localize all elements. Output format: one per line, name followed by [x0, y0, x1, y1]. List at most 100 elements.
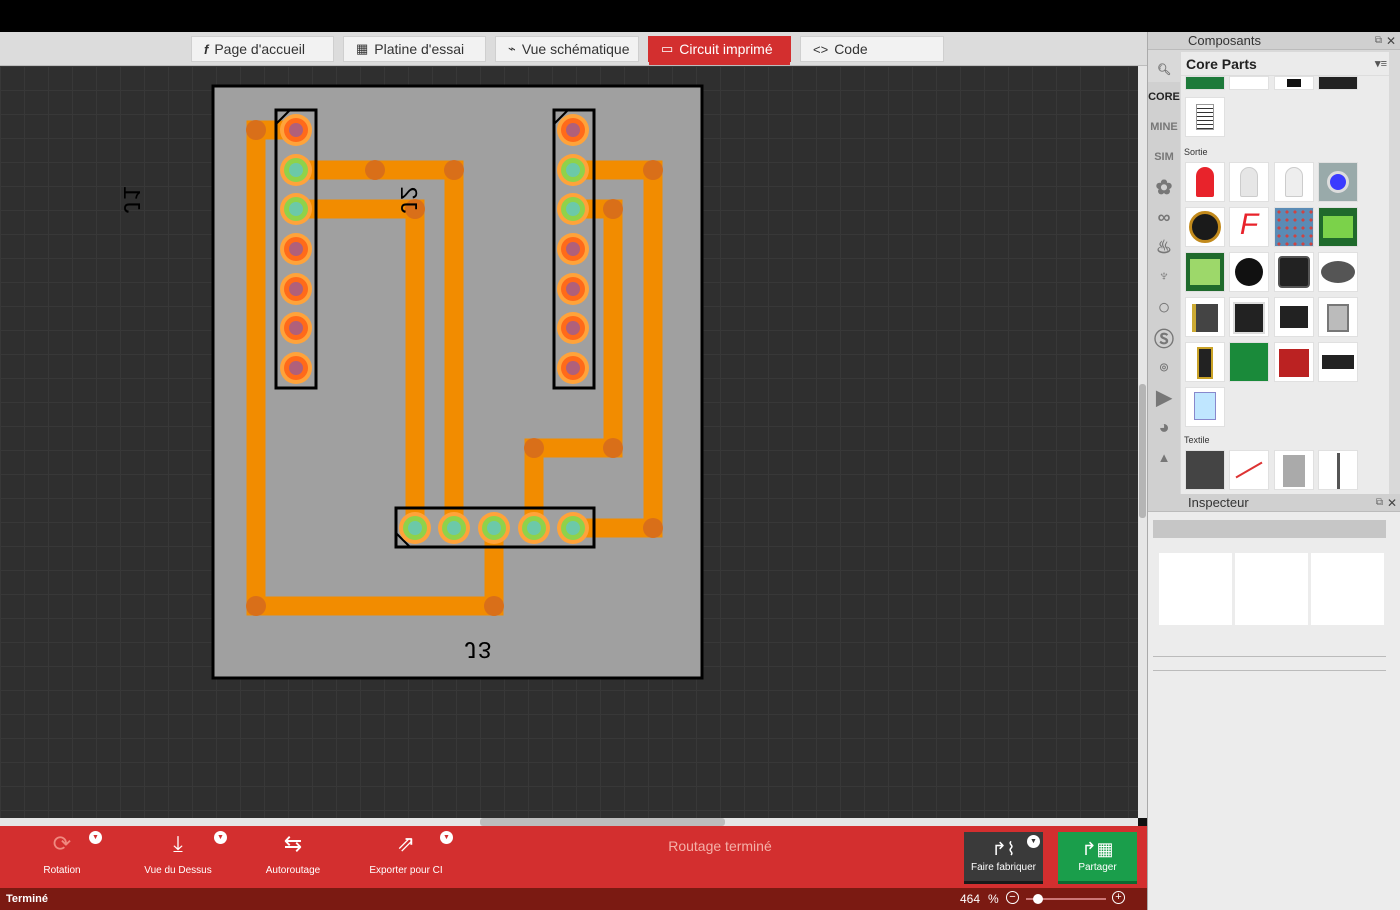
tab-schematic-label: Vue schématique — [521, 41, 630, 57]
tab-pcb-label: Circuit imprimé — [679, 41, 773, 57]
bin-intel-icon[interactable]: ◎ — [1148, 352, 1180, 382]
autoroute-icon: ⇆ — [283, 831, 303, 856]
part-relay-board[interactable] — [1229, 342, 1269, 382]
part-speaker[interactable] — [1274, 252, 1314, 292]
bin-seeed-icon[interactable]: ♆ — [1148, 262, 1180, 292]
part-textile-board[interactable] — [1185, 450, 1225, 490]
undock-icon[interactable]: ⧉ — [1376, 494, 1383, 512]
tab-pcb[interactable]: ▭ Circuit imprimé — [648, 36, 791, 65]
rotation-dropdown[interactable]: ▼ — [89, 831, 102, 844]
zoom-out-button[interactable]: − — [1006, 891, 1019, 904]
part-7segment[interactable]: F — [1229, 207, 1269, 247]
export-label: Exporter pour CI — [369, 865, 443, 876]
tab-schematic[interactable]: ⌁ Vue schématique — [495, 36, 639, 62]
bin-s-icon[interactable]: Ⓢ — [1148, 322, 1180, 352]
top-view-dropdown[interactable]: ▼ — [214, 831, 227, 844]
zoom-value: 464 — [960, 892, 981, 906]
resistor-icon: ⌁ — [508, 41, 516, 56]
inspector-schematic-image — [1235, 553, 1308, 625]
part-led-white[interactable] — [1229, 162, 1269, 202]
close-icon[interactable]: ✕ — [1386, 32, 1396, 50]
part-led-rgb[interactable] — [1274, 162, 1314, 202]
breadboard-icon: ▦ — [356, 41, 369, 56]
part-stepper[interactable] — [1318, 297, 1358, 337]
zoom-in-button[interactable]: + — [1112, 891, 1125, 904]
bin-title-text: Core Parts — [1186, 56, 1257, 72]
tab-home-label: Page d'accueil — [214, 41, 305, 57]
export-button[interactable]: ⇗ Exporter pour CI — [362, 826, 450, 888]
bin-gauge-icon[interactable]: ◕ — [1148, 412, 1180, 442]
pcb-canvas[interactable]: J1 J2 J3 — [0, 66, 1138, 818]
part-motor-driver[interactable] — [1229, 297, 1269, 337]
bin-mine[interactable]: MINE — [1148, 112, 1180, 142]
zoom-unit: % — [988, 892, 999, 906]
part-led-matrix[interactable] — [1274, 207, 1314, 247]
part-thumbnail[interactable] — [1185, 97, 1225, 137]
part-textile-wire[interactable] — [1318, 450, 1358, 490]
bin-adafruit-icon[interactable]: ✿ — [1148, 172, 1180, 202]
bin-play-icon[interactable]: ▶ — [1148, 382, 1180, 412]
share-icon: ↱▦ — [1081, 839, 1114, 859]
inspector-panel-header: Inspecteur ⧉ ✕ — [1148, 494, 1400, 512]
parts-grid: Core Parts ▾≡ Sortie F Textile — [1181, 52, 1389, 494]
export-icon: ⇗ — [396, 831, 416, 856]
fabricate-dropdown[interactable]: ▼ — [1027, 835, 1040, 848]
tab-home[interactable]: f Page d'accueil — [191, 36, 334, 62]
view-from-above-icon: ⤓ — [173, 831, 183, 856]
part-led-blue[interactable] — [1318, 162, 1358, 202]
bin-sim[interactable]: SIM — [1148, 142, 1180, 172]
bin-pa-icon[interactable]: ▲ — [1148, 442, 1180, 472]
part-dc-motor[interactable] — [1185, 297, 1225, 337]
part-textile-sensor[interactable] — [1274, 450, 1314, 490]
part-lcd-graphic[interactable] — [1185, 252, 1225, 292]
divider — [1153, 656, 1386, 657]
part-buzzer[interactable] — [1229, 252, 1269, 292]
rotate-icon: ⟳ — [52, 831, 72, 856]
inspector-title-field[interactable] — [1153, 520, 1386, 538]
part-star-led[interactable] — [1185, 207, 1225, 247]
label-j3: J3 — [463, 634, 492, 661]
part-piezo[interactable] — [1318, 252, 1358, 292]
search-icon[interactable]: 🔍︎ — [1148, 54, 1180, 84]
export-dropdown[interactable]: ▼ — [440, 831, 453, 844]
part-ic[interactable] — [1318, 342, 1358, 382]
part-conductive-thread[interactable] — [1229, 450, 1269, 490]
label-j2: J2 — [393, 186, 420, 215]
pcb-icon: ▭ — [661, 41, 674, 56]
tab-code[interactable]: <> Code — [800, 36, 944, 62]
part-thumbnail[interactable] — [1185, 76, 1225, 90]
bin-core[interactable]: CORE — [1148, 82, 1180, 112]
part-servo[interactable] — [1274, 297, 1314, 337]
inspector-panel: Inspecteur ⧉ ✕ — [1148, 494, 1400, 910]
undock-icon[interactable]: ⧉ — [1375, 32, 1382, 50]
routing-status-message: Routage terminé — [668, 838, 772, 854]
bin-infineon-icon[interactable]: ◯ — [1148, 292, 1180, 322]
top-view-button[interactable]: ⤓ Vue du Dessus — [138, 826, 218, 888]
components-panel-header: Composants ⧉ ✕ — [1148, 32, 1400, 50]
fabricate-button[interactable]: ↱⌇ Faire fabriquer ▼ — [964, 832, 1043, 884]
tab-code-label: Code — [834, 41, 868, 57]
bin-arduino-icon[interactable]: ∞ — [1148, 202, 1180, 232]
canvas-vertical-scroll-thumb[interactable] — [1139, 384, 1146, 518]
status-bar: Terminé 464 % − + — [0, 888, 1147, 910]
view-tab-bar: f Page d'accueil ▦ Platine d'essai ⌁ Vue… — [0, 32, 1147, 66]
inspector-breadboard-image — [1159, 553, 1232, 625]
part-relay[interactable] — [1274, 342, 1314, 382]
part-el-wire[interactable] — [1185, 387, 1225, 427]
autoroute-button[interactable]: ⇆ Autoroutage — [253, 826, 333, 888]
tab-breadboard[interactable]: ▦ Platine d'essai — [343, 36, 486, 62]
part-led-red[interactable] — [1185, 162, 1225, 202]
share-button[interactable]: ↱▦ Partager — [1058, 832, 1137, 884]
canvas-horizontal-scroll-thumb[interactable] — [480, 818, 725, 826]
part-thumbnail[interactable] — [1318, 76, 1358, 90]
part-thumbnail[interactable] — [1274, 76, 1314, 90]
parts-bin-list: 🔍︎ CORE MINE SIM ✿ ∞ ♨ ♆ ◯ Ⓢ ◎ ▶ ◕ ▲ — [1148, 64, 1180, 494]
zoom-slider-handle[interactable] — [1033, 894, 1043, 904]
bin-menu-icon[interactable]: ▾≡ — [1375, 52, 1387, 76]
share-label: Partager — [1078, 862, 1117, 873]
part-solenoid[interactable] — [1185, 342, 1225, 382]
part-lcd[interactable] — [1318, 207, 1358, 247]
part-thumbnail[interactable] — [1229, 76, 1269, 90]
close-icon[interactable]: ✕ — [1387, 494, 1397, 512]
bin-sparkfun-icon[interactable]: ♨ — [1148, 232, 1180, 262]
